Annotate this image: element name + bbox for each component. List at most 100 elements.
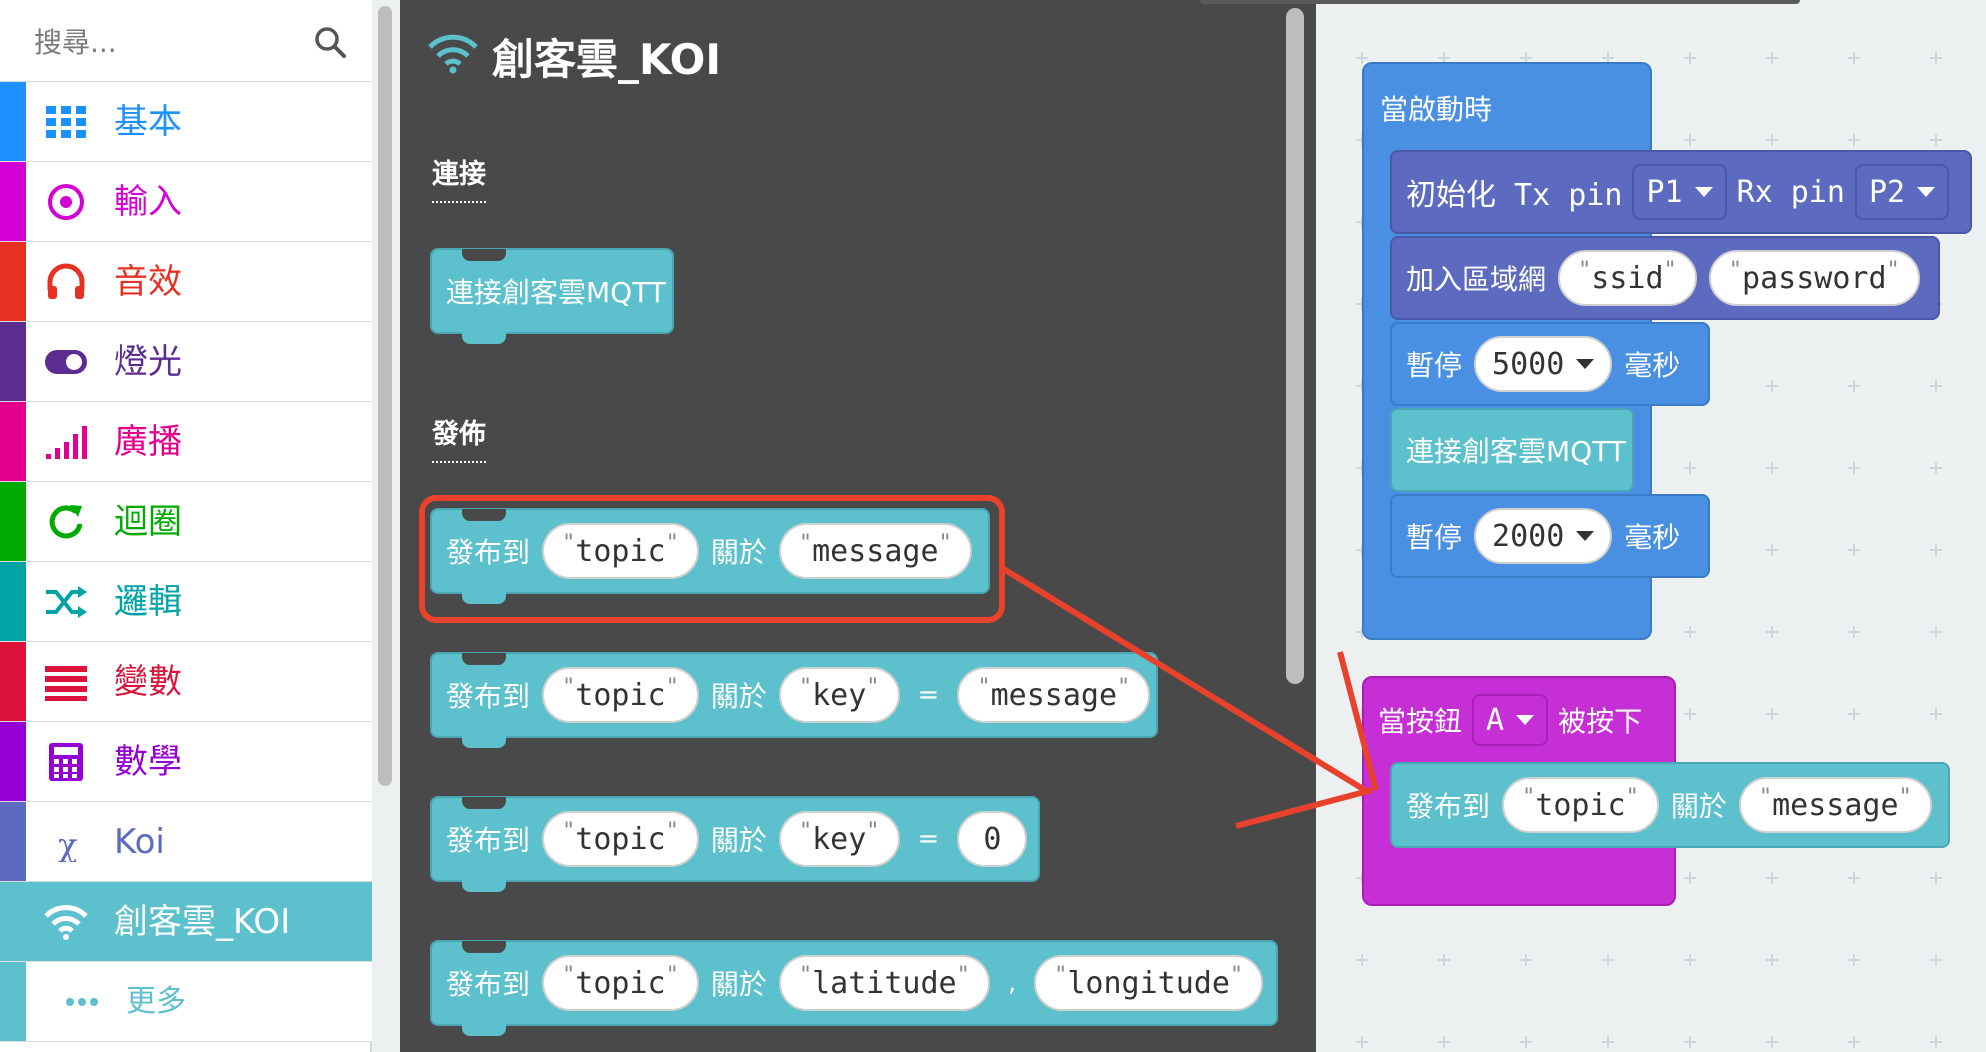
category-more[interactable]: 更多 <box>0 962 372 1042</box>
pause-block[interactable]: 暫停 5000 毫秒 <box>1390 322 1710 406</box>
publish-topic-key-number-block[interactable]: 發布到 " topic " 關於 " key " = 0 <box>430 796 1040 892</box>
category-color-bar <box>0 482 26 561</box>
pill-value: message <box>812 533 939 569</box>
grid-cross <box>1766 954 1778 966</box>
pill-value: password <box>1742 260 1887 296</box>
category-label: 輸入 <box>114 182 182 222</box>
message-input[interactable]: " message " <box>1738 777 1932 833</box>
grid-cross <box>1848 954 1860 966</box>
password-input[interactable]: " password " <box>1708 250 1920 306</box>
pause-duration-dropdown[interactable]: 5000 <box>1474 336 1613 392</box>
wifi-icon <box>428 34 478 74</box>
init-pins-block[interactable]: 初始化 Tx pin P1 Rx pin P2 <box>1390 150 1972 234</box>
block-tab <box>462 736 506 748</box>
grid-cross <box>1684 872 1696 884</box>
pause-block[interactable]: 暫停 2000 毫秒 <box>1390 494 1710 578</box>
block-label: 關於 <box>710 680 767 713</box>
topic-input[interactable]: " topic " <box>542 523 699 579</box>
topic-input[interactable]: " topic " <box>542 811 699 867</box>
category-input[interactable]: 輸入 <box>0 162 372 242</box>
block-tab <box>462 332 506 344</box>
button-dropdown[interactable]: A <box>1472 694 1549 746</box>
latitude-input[interactable]: " latitude " <box>778 955 990 1011</box>
rx-pin-dropdown[interactable]: P2 <box>1854 164 1950 220</box>
pill-value: key <box>812 677 867 713</box>
grid-cross <box>1848 872 1860 884</box>
grid-cross <box>1930 872 1942 884</box>
longitude-input[interactable]: " longitude " <box>1034 955 1264 1011</box>
block-tab <box>462 592 506 604</box>
block-label: 暫停 <box>1406 521 1463 554</box>
tx-pin-dropdown[interactable]: P1 <box>1632 164 1727 220</box>
topic-input[interactable]: " topic " <box>542 667 699 723</box>
grid-cross <box>1438 1036 1450 1048</box>
publish-topic-message-block[interactable]: 發布到 " topic " 關於 " message " <box>1390 762 1950 848</box>
category-music[interactable]: 音效 <box>0 242 372 322</box>
message-input[interactable]: " message " <box>778 523 972 579</box>
key-input[interactable]: " key " <box>778 667 900 723</box>
connect-mqtt-block[interactable]: 連接創客雲MQTT <box>430 248 674 344</box>
join-wifi-block[interactable]: 加入區域網 " ssid " " password " <box>1390 236 1940 320</box>
grid-cross <box>1602 954 1614 966</box>
category-math[interactable]: 數學 <box>0 722 372 802</box>
chevron-down-icon <box>1576 531 1595 541</box>
grid-cross <box>1520 1036 1532 1048</box>
category-loops[interactable]: 迴圈 <box>0 482 372 562</box>
category-makercloud-koi[interactable]: 創客雲_KOI <box>0 882 372 962</box>
grid-cross <box>1766 462 1778 474</box>
block-label: 連接創客雲MQTT <box>446 276 666 309</box>
key-input[interactable]: " key " <box>778 811 900 867</box>
grid-cross <box>1766 1036 1778 1048</box>
grid-cross <box>1684 954 1696 966</box>
on-start-label: 當啟動時 <box>1380 93 1493 126</box>
sidebar-scrollbar[interactable] <box>378 6 392 786</box>
category-color-bar <box>0 722 26 801</box>
block-tab <box>462 880 506 892</box>
category-color-bar <box>0 322 26 401</box>
chi-icon: χ <box>58 826 77 862</box>
target-icon <box>48 184 84 220</box>
publish-topic-location-block[interactable]: 發布到 " topic " 關於 " latitude " , " longitude " <box>430 940 1278 1036</box>
block-notch <box>462 249 506 261</box>
search-input[interactable] <box>34 20 294 64</box>
ssid-input[interactable]: " ssid " <box>1558 250 1697 306</box>
publish-topic-message-block[interactable]: 發布到 " topic " 關於 " message " <box>430 508 990 604</box>
publish-topic-key-message-block[interactable]: 發布到 " topic " 關於 " key " = " message " <box>430 652 1158 748</box>
block-label: 當按鈕 <box>1378 705 1463 738</box>
grid-cross <box>1766 708 1778 720</box>
block-notch <box>462 653 506 665</box>
category-variables[interactable]: 變數 <box>0 642 372 722</box>
block-label: 初始化 Tx pin <box>1406 178 1623 213</box>
calculator-icon <box>49 743 83 781</box>
topic-input[interactable]: " topic " <box>542 955 699 1011</box>
block-label: 發布到 <box>446 536 531 569</box>
message-input[interactable]: " message " <box>957 667 1151 723</box>
category-led[interactable]: 燈光 <box>0 322 372 402</box>
list-icon <box>45 666 87 701</box>
category-logic[interactable]: 邏輯 <box>0 562 372 642</box>
grid-cross <box>1684 708 1696 720</box>
flyout-scrollbar[interactable] <box>1286 8 1304 684</box>
pause-duration-dropdown[interactable]: 2000 <box>1474 508 1613 564</box>
section-publish: 發佈 <box>432 412 486 463</box>
block-label: 發布到 <box>446 968 531 1001</box>
search-icon[interactable] <box>312 24 348 60</box>
pill-value: topic <box>575 677 666 713</box>
shuffle-icon <box>46 586 87 618</box>
pill-value: topic <box>1535 787 1626 823</box>
category-label: 燈光 <box>114 342 182 382</box>
topic-input[interactable]: " topic " <box>1502 777 1659 833</box>
grid-cross <box>1602 1036 1614 1048</box>
number-input[interactable]: 0 <box>957 811 1028 867</box>
headphones-icon <box>47 263 85 299</box>
connect-mqtt-block[interactable]: 連接創客雲MQTT <box>1390 408 1634 492</box>
category-basic[interactable]: 基本 <box>0 82 372 162</box>
workspace-top-edge <box>1200 0 1800 4</box>
category-koi[interactable]: χ Koi <box>0 802 372 882</box>
category-radio[interactable]: 廣播 <box>0 402 372 482</box>
grid-cross <box>1930 134 1942 146</box>
pill-value: message <box>990 677 1118 713</box>
block-label: 發布到 <box>1406 790 1491 823</box>
category-color-bar <box>0 162 26 241</box>
ellipsis-icon <box>66 998 98 1006</box>
